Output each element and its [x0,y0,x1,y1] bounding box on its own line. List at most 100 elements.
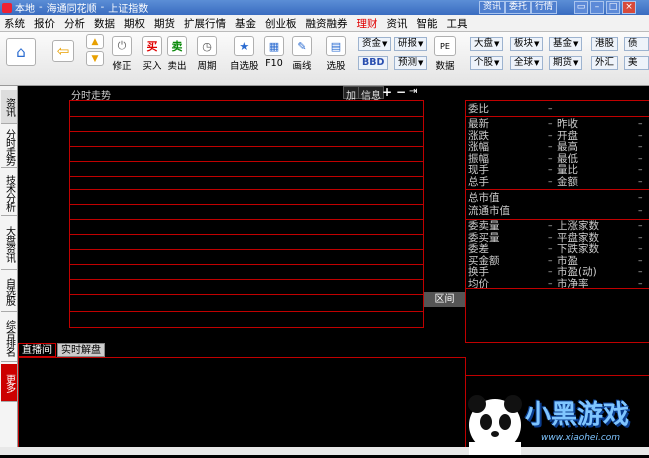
hk-button[interactable]: 港股 [591,37,619,51]
back-arrow-icon: ⇦ [52,40,74,62]
menu-extended[interactable]: 扩展行情 [180,16,230,31]
plus-icon[interactable]: + [382,85,392,99]
buy-label: 买入 [142,61,162,72]
menu-futures[interactable]: 期货 [150,16,179,31]
chevron-down-icon: ▼ [382,40,388,48]
chart-add-button[interactable]: 加 [343,86,359,102]
quote-value: – [638,255,643,266]
sidetab-intraday[interactable]: 分时走势 [1,126,17,168]
fix-label: 修正 [112,61,132,72]
menu-analysis[interactable]: 分析 [60,16,89,31]
tab-live-room[interactable]: 直播间 [18,343,56,357]
menu-data[interactable]: 数据 [90,16,119,31]
chart-header: 分时走势 加 信息 + − ⇥ [69,85,424,102]
fix-button[interactable]: ⏻ 修正 [112,36,132,72]
menu-tools[interactable]: 工具 [443,16,472,31]
menu-gem[interactable]: 创业板 [261,16,301,31]
chart-gridline [69,264,424,265]
global-label: 全球 [514,57,534,68]
period-button[interactable]: ◷ 周期 [197,36,217,72]
star-icon: ★ [234,36,255,56]
chevron-down-icon: ▼ [534,59,540,67]
quote-label: 市盈 [557,254,578,267]
quote-value: – [548,165,553,175]
quote-divider [465,116,649,117]
back-button[interactable]: ⇦ [52,40,74,64]
fundx-button[interactable]: 基金▼ [549,37,583,51]
toolbar: ⌂ ⇦ ▲ ▼ ⏻ 修正 买 买入 卖 卖出 ◷ 周期 ★ 自选股 ▦ F10 … [0,32,649,86]
individual-button[interactable]: 个股▼ [470,56,504,70]
quote-ratio-label: 委比 [468,103,489,115]
quote-value: – [638,165,643,175]
quote-mcap-total: 总市值 [468,192,500,204]
quote-label: 总手 [468,175,489,188]
data-button[interactable]: PE 数据 [434,36,456,72]
pe-icon: PE [434,36,456,56]
forex-button[interactable]: 外汇 [591,56,619,70]
drawline-button[interactable]: ✎ 画线 [292,36,312,72]
quote-value: – [638,142,643,152]
restore-window-icon[interactable]: ▭ [574,1,588,14]
chart-gridline [69,176,424,177]
minimize-icon[interactable]: – [590,1,604,14]
titlebar-quote-button[interactable]: 行情 [531,1,558,14]
tab-realtime-analysis[interactable]: 实时解盘 [57,343,105,357]
market-button[interactable]: 大盘▼ [470,37,504,51]
home-button[interactable]: ⌂ [6,38,36,68]
interval-button[interactable]: 区间 [424,292,465,307]
menu-system[interactable]: 系统 [0,16,29,31]
pickstock-button[interactable]: ▤ 选股 [326,36,346,72]
expand-icon[interactable]: ⇥ [409,86,417,97]
title-segment-index: 上证指数 [108,4,149,15]
menu-quote[interactable]: 报价 [30,16,59,31]
quote-divider [465,288,649,289]
menu-options[interactable]: 期权 [120,16,149,31]
quote-value: – [548,176,553,187]
power-icon: ⏻ [112,36,132,56]
menu-smart[interactable]: 智能 [413,16,442,31]
quote-value: – [548,130,553,141]
quote-value: – [548,119,553,129]
sidetab-news[interactable]: 资讯 [1,90,17,124]
chart-gridline [69,294,424,295]
buy-button[interactable]: 买 买入 [142,36,162,72]
titlebar-news-button[interactable]: 资讯 [479,1,506,14]
sidetab-market-news[interactable]: 大盘资讯 [1,218,17,270]
sidetab-selfselect[interactable]: 自选股 [1,272,17,312]
titlebar-order-button[interactable]: 委托 [505,1,532,14]
sidetab-technical[interactable]: 技术分析 [1,170,17,216]
sell-button[interactable]: 卖 卖出 [167,36,187,72]
quote-value: – [548,142,553,152]
quote-label: 委买量 [468,231,500,244]
sector-button[interactable]: 板块▼ [510,37,544,51]
close-icon[interactable]: × [622,1,636,14]
research-button[interactable]: 研报▼ [394,37,428,51]
sidetab-ranking[interactable]: 综合排名 [1,314,17,362]
menu-news[interactable]: 资讯 [383,16,412,31]
us-button[interactable]: 美股 [624,56,649,70]
bbd-button[interactable]: BBD [358,56,389,70]
global-button[interactable]: 全球▼ [510,56,544,70]
quote-value: – [548,153,553,164]
quote-label: 买金额 [468,254,500,267]
futures-button[interactable]: 期货▼ [549,56,583,70]
selfselect-button[interactable]: ★ 自选股 [230,36,259,72]
chevron-down-icon: ▼ [573,59,579,67]
live-room-panel [18,357,466,455]
data-label: 数据 [435,61,455,72]
quote-label: 最低 [557,152,578,165]
sidetab-more[interactable]: 更多 [1,364,17,402]
forecast-button[interactable]: 预测▼ [394,56,428,70]
chart-info-button[interactable]: 信息 [358,86,384,102]
menu-fund[interactable]: 基金 [231,16,260,31]
page-down-button[interactable]: ▼ [86,51,104,68]
menu-finance[interactable]: 理财 [353,16,382,31]
page-up-button[interactable]: ▲ [86,34,104,51]
fund-flow-button[interactable]: 资金▼ [358,37,392,51]
f10-button[interactable]: ▦ F10 [264,36,284,69]
minus-icon[interactable]: − [396,85,406,99]
watermark-logo: 小黑游戏 www.xiaohei.com [455,380,649,455]
maximize-icon[interactable]: □ [606,1,620,14]
bonds-button[interactable]: 债券 [624,37,649,51]
menu-margin[interactable]: 融资融券 [302,16,352,31]
